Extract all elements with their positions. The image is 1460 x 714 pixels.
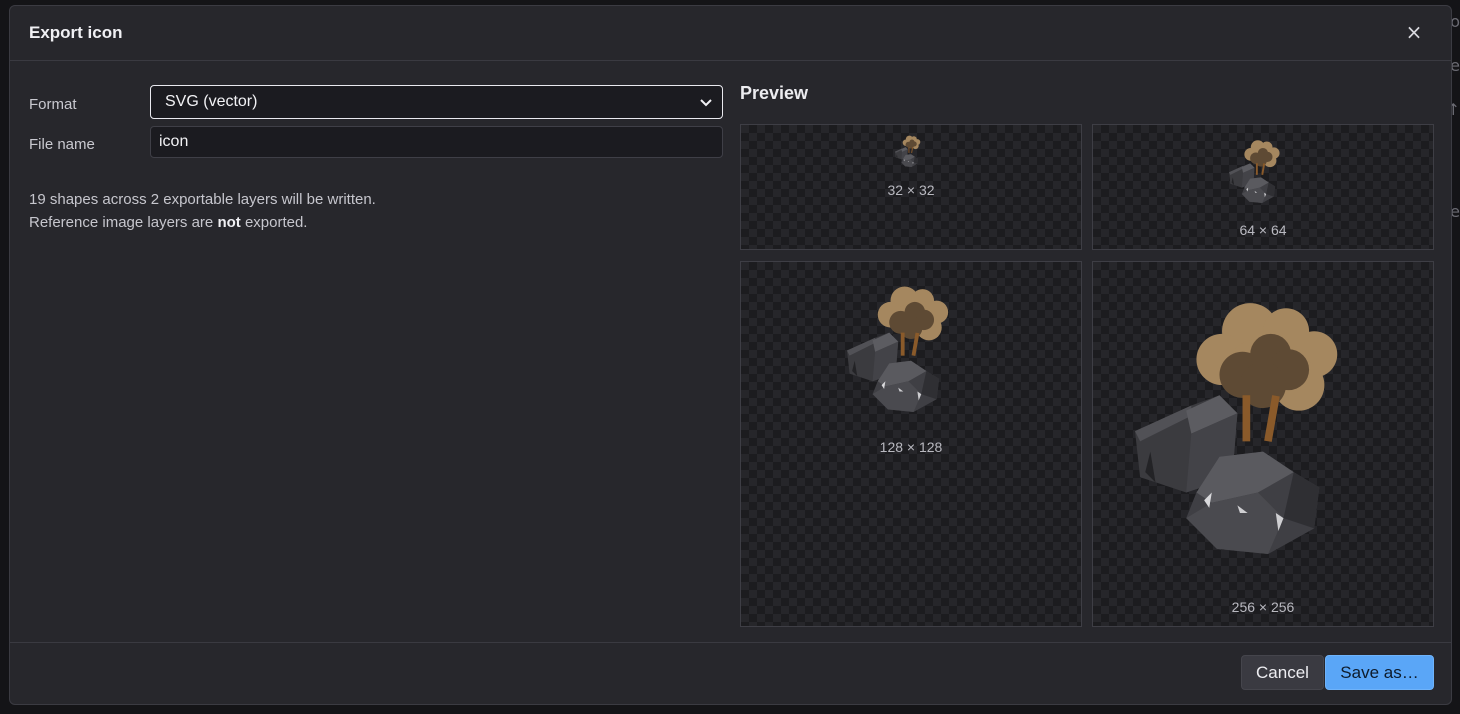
filename-row: File name icon — [29, 124, 724, 164]
dialog-footer: Cancel Save as… — [10, 642, 1451, 704]
preview-size-label: 128 × 128 — [879, 439, 943, 455]
preview-tile-128: 128 × 128 — [740, 261, 1082, 627]
dialog-title: Export icon — [29, 23, 123, 42]
format-select[interactable]: SVG (vector) — [150, 85, 723, 119]
preview-tile-32: 32 × 32 — [740, 124, 1082, 250]
preview-tile-256: 256 × 256 — [1092, 261, 1434, 627]
cancel-button[interactable]: Cancel — [1241, 655, 1324, 690]
save-as-button[interactable]: Save as… — [1325, 655, 1434, 690]
format-row: Format SVG (vector) — [29, 84, 724, 124]
summary-line: 19 shapes across 2 exportable layers wil… — [29, 191, 376, 208]
format-value: SVG (vector) — [165, 93, 258, 110]
format-label: Format — [29, 96, 77, 113]
filename-label: File name — [29, 136, 95, 153]
icon-preview-image — [847, 286, 949, 412]
dialog-header: Export icon × — [10, 6, 1451, 61]
export-options: Format SVG (vector) File name icon 19 sh… — [29, 84, 724, 234]
icon-preview-image — [1135, 303, 1338, 554]
filename-input[interactable]: icon — [150, 126, 723, 158]
preview-size-label: 256 × 256 — [1231, 599, 1295, 615]
preview-title: Preview — [740, 83, 809, 103]
close-icon[interactable]: × — [1403, 21, 1425, 43]
export-summary: 19 shapes across 2 exportable layers wil… — [29, 188, 724, 234]
export-icon-dialog: Export icon × Format SVG (vector) File n… — [9, 5, 1452, 705]
preview-tile-64: 64 × 64 — [1092, 124, 1434, 250]
preview-size-label: 64 × 64 — [1239, 222, 1287, 238]
summary-note: Reference image layers are not exported. — [29, 214, 308, 231]
preview-size-label: 32 × 32 — [887, 182, 935, 198]
chevron-down-icon — [700, 99, 712, 107]
icon-preview-image — [895, 135, 921, 167]
icon-preview-image — [1229, 140, 1280, 203]
